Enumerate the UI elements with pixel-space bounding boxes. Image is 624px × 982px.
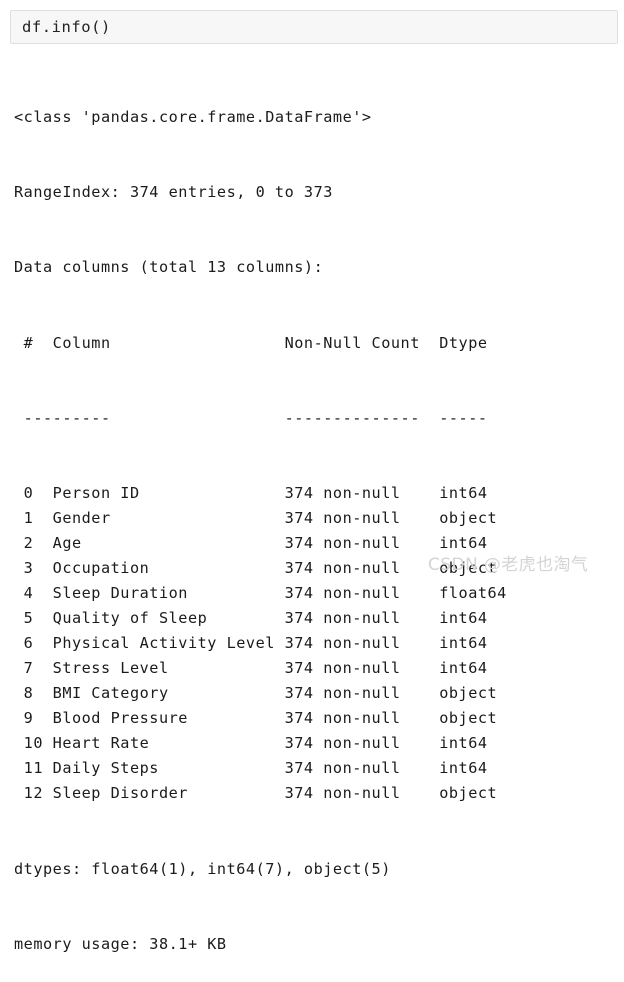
output-table-row: 1 Gender 374 non-null object (14, 508, 498, 527)
output-table-row: 0 Person ID 374 non-null int64 (14, 483, 488, 502)
code-input-cell[interactable]: df.info() (10, 10, 618, 44)
output-table-row: 6 Physical Activity Level 374 non-null i… (14, 634, 488, 653)
output-table-row: 5 Quality of Sleep 374 non-null int64 (14, 609, 488, 628)
output-table-rows: 0 Person ID 374 non-null int64 1 Gender … (0, 481, 624, 807)
output-table-rule: --------- -------------- ----- (14, 408, 488, 427)
output-line-rangeindex: RangeIndex: 374 entries, 0 to 373 (14, 183, 333, 202)
cell-output-text: <class 'pandas.core.frame.DataFrame'> Ra… (0, 55, 624, 982)
output-table-row: 4 Sleep Duration 374 non-null float64 (14, 583, 507, 602)
output-line-memoryusage: memory usage: 38.1+ KB (14, 934, 227, 953)
code-input-text[interactable]: df.info() (22, 18, 111, 37)
output-line-dtypes: dtypes: float64(1), int64(7), object(5) (14, 859, 391, 878)
output-table-row: 12 Sleep Disorder 374 non-null object (14, 784, 498, 803)
csdn-watermark: CSDN @老虎也淘气 (428, 555, 589, 575)
output-line-datacolumns: Data columns (total 13 columns): (14, 258, 324, 277)
output-table-row: 8 BMI Category 374 non-null object (14, 684, 498, 703)
output-line-class: <class 'pandas.core.frame.DataFrame'> (14, 108, 372, 127)
output-table-header: # Column Non-Null Count Dtype (14, 333, 488, 352)
output-table-row: 10 Heart Rate 374 non-null int64 (14, 734, 488, 753)
output-table-row: 9 Blood Pressure 374 non-null object (14, 709, 498, 728)
output-table-row: 11 Daily Steps 374 non-null int64 (14, 759, 488, 778)
output-table-row: 7 Stress Level 374 non-null int64 (14, 659, 488, 678)
